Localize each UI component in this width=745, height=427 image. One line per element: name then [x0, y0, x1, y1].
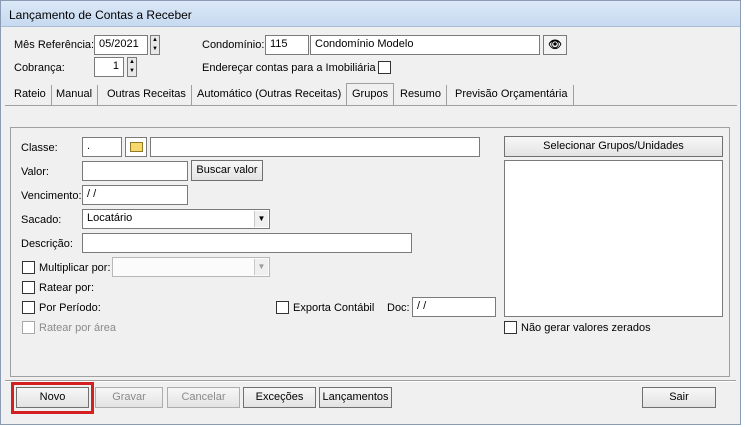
classe-description-field[interactable] [150, 137, 480, 157]
vencimento-label: Vencimento: [21, 190, 82, 202]
sacado-label: Sacado: [21, 214, 62, 226]
sacado-select[interactable]: Locatário ▼ [82, 209, 270, 229]
exporta-label: Exporta Contábil [293, 302, 375, 314]
grupos-list[interactable] [504, 160, 723, 317]
cobranca-spinner[interactable]: ▲ ▼ [127, 57, 137, 77]
ratear-checkbox[interactable] [22, 281, 35, 294]
nao-gerar-label: Não gerar valores zerados [521, 322, 651, 334]
tab-grupos[interactable]: Grupos [346, 83, 395, 105]
mes-referencia-spinner[interactable]: ▲ ▼ [150, 35, 160, 55]
sair-button[interactable]: Sair [642, 387, 716, 408]
chevron-down-icon[interactable]: ▼ [254, 259, 268, 275]
excecoes-button[interactable]: Exceções [243, 387, 316, 408]
tab-underline [5, 105, 737, 106]
buscar-valor-button[interactable]: Buscar valor [191, 160, 263, 181]
condominio-code-input[interactable]: 115 [265, 35, 309, 55]
tab-rateio[interactable]: Rateio [9, 85, 52, 105]
vencimento-input[interactable]: / / [82, 185, 188, 205]
window-title: Lançamento de Contas a Receber [1, 1, 740, 27]
descricao-label: Descrição: [21, 238, 73, 250]
descricao-input[interactable] [82, 233, 412, 253]
enderecar-checkbox[interactable] [378, 61, 391, 74]
highlight-frame [11, 382, 94, 414]
doc-input[interactable]: / / [412, 297, 496, 317]
exporta-checkbox[interactable] [276, 301, 289, 314]
lancamentos-button[interactable]: Lançamentos [319, 387, 392, 408]
tab-manual[interactable]: Manual [51, 85, 99, 105]
nao-gerar-checkbox[interactable] [504, 321, 517, 334]
grupos-panel: Classe: . Valor: Buscar valor Vencimento… [10, 127, 730, 377]
valor-input[interactable] [82, 161, 188, 181]
classe-label: Classe: [21, 142, 58, 154]
main-window: Lançamento de Contas a Receber Mês Refer… [0, 0, 741, 425]
doc-label: Doc: [387, 302, 410, 314]
sacado-value: Locatário [87, 212, 133, 224]
ratear-label: Ratear por: [39, 282, 95, 294]
classe-code-input[interactable]: . [82, 137, 122, 157]
enderecar-label: Endereçar contas para a Imobiliária [202, 62, 376, 74]
selecionar-grupos-button[interactable]: Selecionar Grupos/Unidades [504, 136, 723, 157]
multiplicar-label: Multiplicar por: [39, 262, 111, 274]
chevron-down-icon[interactable]: ▼ [254, 211, 268, 227]
tab-outras-receitas[interactable]: Outras Receitas [102, 85, 192, 105]
cobranca-input[interactable]: 1 [94, 57, 124, 77]
binoculars-icon[interactable]: 👁 [543, 35, 567, 55]
periodo-checkbox[interactable] [22, 301, 35, 314]
tab-resumo[interactable]: Resumo [395, 85, 447, 105]
folder-icon[interactable] [125, 137, 147, 157]
mes-referencia-input[interactable]: 05/2021 [94, 35, 148, 55]
tab-automatico[interactable]: Automático (Outras Receitas) [192, 85, 348, 105]
multiplicar-select[interactable]: ▼ [112, 257, 270, 277]
ratear-area-label: Ratear por área [39, 322, 117, 334]
cobranca-label: Cobrança: [14, 62, 65, 74]
condominio-name-field[interactable]: Condomínio Modelo [310, 35, 540, 55]
multiplicar-checkbox[interactable] [22, 261, 35, 274]
mes-referencia-label: Mês Referência: [14, 39, 95, 51]
condominio-label: Condomínio: [202, 39, 265, 51]
valor-label: Valor: [21, 166, 49, 178]
ratear-area-checkbox [22, 321, 35, 334]
gravar-button[interactable]: Gravar [95, 387, 163, 408]
cancelar-button[interactable]: Cancelar [167, 387, 240, 408]
periodo-label: Por Período: [39, 302, 101, 314]
footer-separator [5, 380, 736, 382]
tab-previsao[interactable]: Previsão Orçamentária [450, 85, 574, 105]
